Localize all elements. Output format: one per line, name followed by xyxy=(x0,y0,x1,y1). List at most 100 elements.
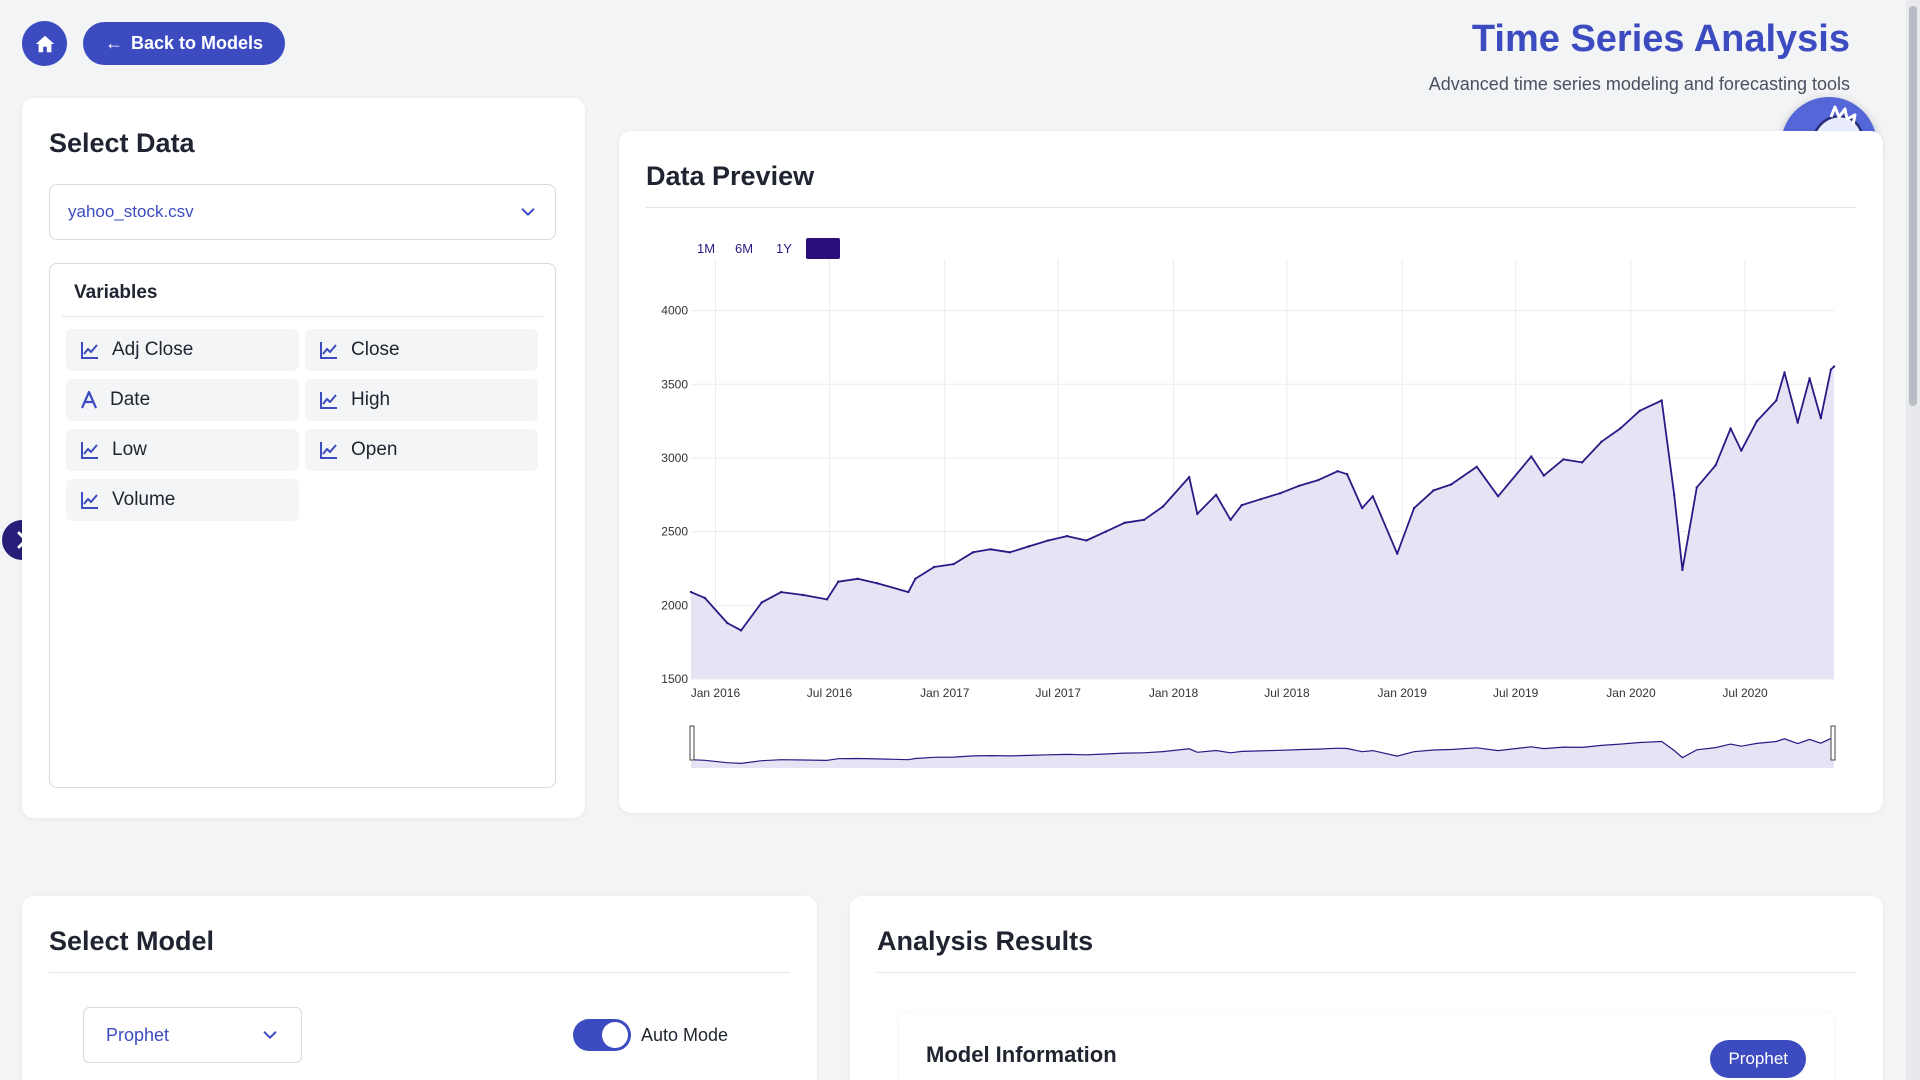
data-point xyxy=(1660,399,1663,402)
analysis-results-card: Analysis Results Model Information Proph… xyxy=(850,896,1883,1080)
x-tick-label: Jul 2018 xyxy=(1264,686,1310,700)
line-chart-icon xyxy=(81,442,98,459)
data-point xyxy=(1755,419,1759,423)
x-tick-label: Jan 2020 xyxy=(1606,686,1656,700)
data-point xyxy=(875,582,879,585)
data-point xyxy=(739,629,743,632)
y-tick-label: 3500 xyxy=(661,377,688,391)
data-point xyxy=(1580,461,1584,464)
range-button-1m[interactable]: 1M xyxy=(697,241,715,256)
data-point xyxy=(1783,371,1786,374)
data-point xyxy=(1740,449,1743,452)
data-point xyxy=(1317,478,1320,482)
x-tick-label: Jan 2016 xyxy=(691,686,741,700)
range-button-1y[interactable]: 1Y xyxy=(776,241,792,256)
variable-chip-volume[interactable]: Volume xyxy=(66,479,299,521)
data-point xyxy=(1681,568,1684,572)
text-type-icon xyxy=(80,390,98,409)
x-tick-label: Jul 2016 xyxy=(807,686,853,700)
data-point xyxy=(1065,534,1069,538)
select-data-card: Select Data yahoo_stock.csv Variables Ad… xyxy=(22,98,585,818)
data-point xyxy=(907,590,910,594)
range-button-all xyxy=(806,238,840,259)
data-point xyxy=(1729,427,1732,430)
y-tick-label: 4000 xyxy=(661,304,688,318)
data-point xyxy=(1449,483,1453,486)
variable-chip-high[interactable]: High xyxy=(305,379,538,421)
chevron-down-icon xyxy=(263,1031,277,1039)
data-point xyxy=(1142,518,1146,522)
data-point xyxy=(1027,545,1030,548)
line-chart-icon xyxy=(81,492,98,509)
variable-label: Adj Close xyxy=(112,339,194,360)
home-icon xyxy=(35,35,54,52)
data-point xyxy=(1775,399,1778,402)
data-point xyxy=(1808,377,1811,380)
data-point xyxy=(932,565,936,569)
data-point xyxy=(1600,440,1603,443)
analysis-results-title: Analysis Results xyxy=(877,926,1094,956)
range-button-6m[interactable]: 6M xyxy=(735,241,753,256)
data-point xyxy=(1123,521,1126,524)
file-select[interactable]: yahoo_stock.csv xyxy=(49,184,556,240)
data-point xyxy=(1297,484,1301,488)
page-title: Time Series Analysis xyxy=(1471,18,1850,60)
data-point xyxy=(1259,498,1262,501)
data-point xyxy=(1432,489,1435,492)
model-select[interactable]: Prophet xyxy=(83,1007,302,1063)
data-point xyxy=(1345,472,1349,476)
variable-label: Date xyxy=(110,389,151,410)
data-point xyxy=(1104,530,1108,533)
divider xyxy=(62,316,543,317)
file-select-value: yahoo_stock.csv xyxy=(68,202,194,221)
y-tick-label: 2000 xyxy=(661,598,688,612)
data-point xyxy=(1562,458,1565,461)
data-point xyxy=(1240,503,1244,507)
data-point xyxy=(1638,409,1641,412)
data-point xyxy=(856,577,859,580)
x-tick-label: Jan 2018 xyxy=(1149,686,1199,700)
data-point xyxy=(780,590,783,594)
variable-chip-close[interactable]: Close xyxy=(305,329,538,371)
back-to-models-button[interactable]: ← Back to Models xyxy=(83,22,285,65)
range-slider-handle-left[interactable] xyxy=(689,725,695,761)
variable-chip-open[interactable]: Open xyxy=(305,429,538,471)
select-model-card: Select Model Prophet Auto Mode xyxy=(22,896,817,1080)
select-model-title: Select Model xyxy=(49,926,215,956)
x-tick-label: Jul 2019 xyxy=(1493,686,1539,700)
scrollbar-thumb[interactable] xyxy=(1909,6,1917,406)
data-point xyxy=(1496,495,1500,498)
x-tick-label: Jan 2019 xyxy=(1378,686,1428,700)
variable-chip-adj-close[interactable]: Adj Close xyxy=(66,329,299,371)
data-point xyxy=(1530,455,1533,458)
line-chart-icon xyxy=(81,342,98,359)
chevron-down-icon xyxy=(521,208,535,216)
data-point xyxy=(1412,506,1416,510)
data-point xyxy=(1187,475,1191,479)
variables-panel: Variables Adj Close Close Date High Low … xyxy=(49,263,556,788)
toggle-knob xyxy=(602,1022,628,1048)
data-point xyxy=(726,621,729,625)
range-slider-handle-right[interactable] xyxy=(1830,725,1836,761)
data-point xyxy=(1161,505,1165,508)
select-data-title: Select Data xyxy=(49,128,195,158)
variable-label: Volume xyxy=(112,489,176,510)
variable-label: Close xyxy=(351,339,400,360)
variable-chip-date[interactable]: Date xyxy=(66,379,299,421)
data-point xyxy=(1475,465,1479,468)
data-point xyxy=(825,598,829,601)
data-point xyxy=(1396,552,1399,555)
back-button-label: Back to Models xyxy=(130,33,264,53)
data-point xyxy=(1673,493,1676,496)
data-point xyxy=(1278,492,1282,495)
data-point xyxy=(1714,464,1717,467)
data-point xyxy=(952,562,955,566)
divider xyxy=(877,972,1856,973)
stock-price-chart[interactable]: 1M 6M 1Y 1500 2000 2500 3000 3500 4000 Jan 2016 Ju… xyxy=(619,131,1883,813)
model-information-card: Model Information Prophet xyxy=(899,1012,1834,1080)
variable-chip-low[interactable]: Low xyxy=(66,429,299,471)
data-preview-card: Data Preview 1M 6M 1Y 1500 2000 2500 3000 3500 4… xyxy=(619,131,1883,813)
home-button[interactable] xyxy=(22,21,67,66)
data-point xyxy=(989,548,992,551)
auto-mode-toggle[interactable] xyxy=(573,1019,631,1051)
